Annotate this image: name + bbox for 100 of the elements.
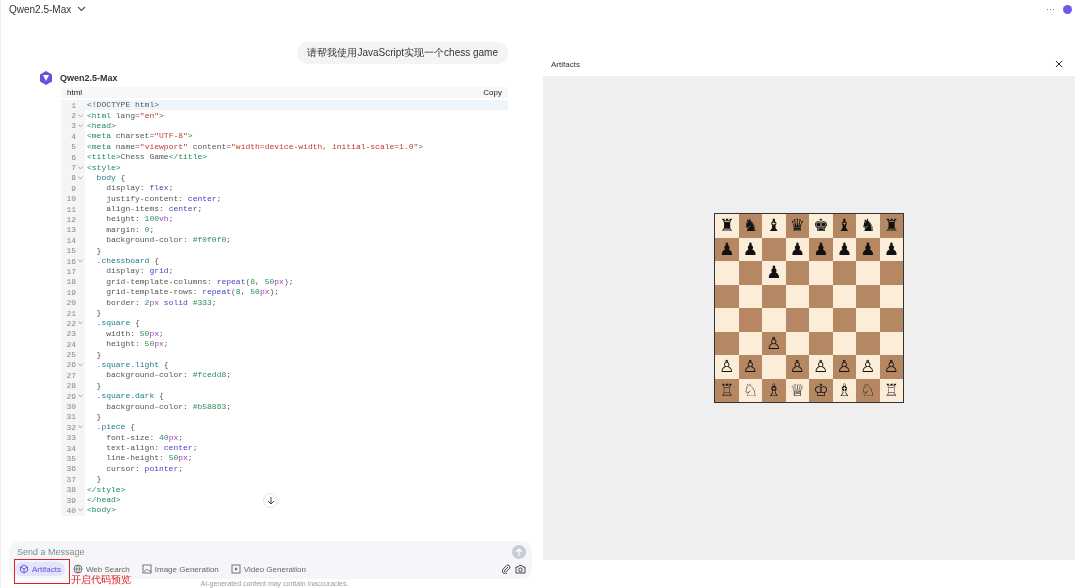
line-number: 14 — [61, 235, 76, 246]
code-line: <meta charset="UTF-8"> — [86, 131, 193, 142]
panel-title: Artifacts — [551, 59, 580, 69]
user-message: 请帮我使用JavaScript实现一个chess game — [297, 42, 508, 64]
code-line: background-color: #fcedd8; — [105, 370, 232, 381]
board-square[interactable] — [856, 331, 880, 355]
annotation-box — [14, 559, 70, 584]
logo-icon — [38, 70, 54, 86]
board-square[interactable] — [809, 284, 833, 308]
code-line: margin: 0; — [105, 224, 155, 235]
board-square[interactable] — [879, 261, 903, 285]
code-line: line-height: 50px; — [105, 453, 193, 464]
code-line: } — [95, 380, 102, 391]
line-number: 3 — [61, 120, 76, 132]
code-line: font-size: 40px; — [105, 432, 184, 443]
code-line: text-align: center; — [105, 443, 198, 454]
board-square[interactable] — [856, 284, 880, 308]
line-number: 23 — [61, 328, 76, 339]
line-number: 15 — [61, 245, 76, 256]
fold-caret-icon[interactable] — [78, 508, 83, 513]
code-line: <style> — [86, 162, 121, 173]
code-language: html — [67, 88, 83, 97]
code-line: <head> — [86, 120, 116, 131]
board-square[interactable] — [715, 331, 739, 355]
fold-caret-icon[interactable] — [78, 362, 83, 367]
code-line: background-color: #b58863; — [105, 401, 232, 412]
arrow-down-icon — [266, 495, 275, 505]
line-number: 7 — [61, 162, 76, 173]
code-line: display: grid; — [105, 266, 174, 277]
line-number: 19 — [61, 287, 76, 298]
code-line: <title>Chess Game</title> — [86, 152, 208, 163]
code-line: .square.light { — [95, 359, 169, 370]
camera-icon[interactable] — [515, 564, 526, 574]
code-line: height: 100vh; — [105, 214, 174, 225]
fold-caret-icon[interactable] — [78, 259, 83, 264]
fold-caret-icon[interactable] — [78, 425, 83, 430]
code-line: } — [95, 349, 102, 360]
tool-chip[interactable]: Video Generation — [226, 562, 310, 576]
code-line: </head> — [86, 495, 121, 506]
code-line: height: 50px; — [105, 339, 169, 350]
model-selector[interactable]: Qwen2.5-Max — [9, 3, 72, 15]
line-number: 16 — [61, 255, 76, 267]
code-line: grid-template-rows: repeat(8, 50px); — [105, 287, 280, 298]
code-line: display: flex; — [105, 183, 174, 194]
chevron-down-icon[interactable] — [77, 6, 87, 12]
board-square[interactable] — [809, 331, 833, 355]
board-square[interactable] — [715, 284, 739, 308]
board-square[interactable] — [738, 308, 762, 332]
fold-caret-icon[interactable] — [78, 321, 83, 326]
avatar-icon[interactable] — [1063, 4, 1072, 14]
play-icon — [230, 564, 241, 574]
code-line: border: 2px solid #333; — [105, 297, 217, 308]
line-number: 20 — [61, 297, 76, 308]
code-line: .square.dark { — [95, 391, 164, 402]
code-line: align-items: center; — [105, 204, 203, 215]
copy-button[interactable]: Copy — [483, 88, 502, 97]
board-square[interactable] — [738, 261, 762, 285]
code-line: } — [95, 308, 102, 318]
input-placeholder: Send a Message — [16, 547, 85, 557]
board-square[interactable] — [785, 308, 809, 332]
code-line: } — [95, 474, 102, 485]
code-line: background-color: #f0f0f0; — [105, 235, 232, 246]
code-line: <body> — [86, 505, 116, 516]
board-square[interactable] — [879, 308, 903, 332]
code-line: <!DOCTYPE html> — [86, 100, 159, 111]
line-number: 34 — [61, 442, 76, 454]
scroll-down-button[interactable] — [263, 492, 278, 508]
code-line: body { — [95, 172, 126, 183]
close-icon[interactable] — [1055, 60, 1063, 68]
code-line: .piece { — [95, 422, 135, 433]
arrow-up-icon — [515, 547, 523, 557]
line-number: 33 — [61, 432, 76, 443]
code-line: grid-template-columns: repeat(8, 50px); — [105, 276, 294, 287]
board-square[interactable] — [832, 261, 856, 285]
code-line: <html lang="en"> — [86, 110, 164, 121]
line-number: 32 — [61, 422, 76, 433]
line-number: 1 — [61, 100, 76, 111]
line-number: 39 — [61, 494, 76, 506]
line-number: 11 — [61, 203, 76, 215]
line-number: 18 — [61, 276, 76, 288]
tool-chip[interactable]: Image Generation — [137, 562, 223, 576]
tool-chip[interactable]: Artifacts — [15, 562, 65, 576]
board-square[interactable] — [832, 308, 856, 332]
board-square[interactable] — [762, 284, 786, 308]
globe-icon — [72, 564, 83, 574]
more-button[interactable]: ··· — [1046, 4, 1055, 14]
line-number: 25 — [61, 349, 76, 360]
code-line: } — [95, 411, 102, 422]
paperclip-icon[interactable] — [501, 564, 511, 574]
cube-icon — [19, 564, 29, 574]
line-number: 5 — [61, 141, 76, 152]
line-number: 22 — [61, 318, 76, 329]
board-square[interactable] — [785, 261, 809, 285]
line-number: 24 — [61, 339, 76, 350]
line-number: 31 — [61, 411, 76, 423]
board-square[interactable] — [762, 237, 786, 261]
line-number: 26 — [61, 359, 76, 371]
line-number: 13 — [61, 224, 76, 236]
fold-caret-icon[interactable] — [78, 394, 83, 399]
send-button[interactable] — [512, 545, 526, 559]
